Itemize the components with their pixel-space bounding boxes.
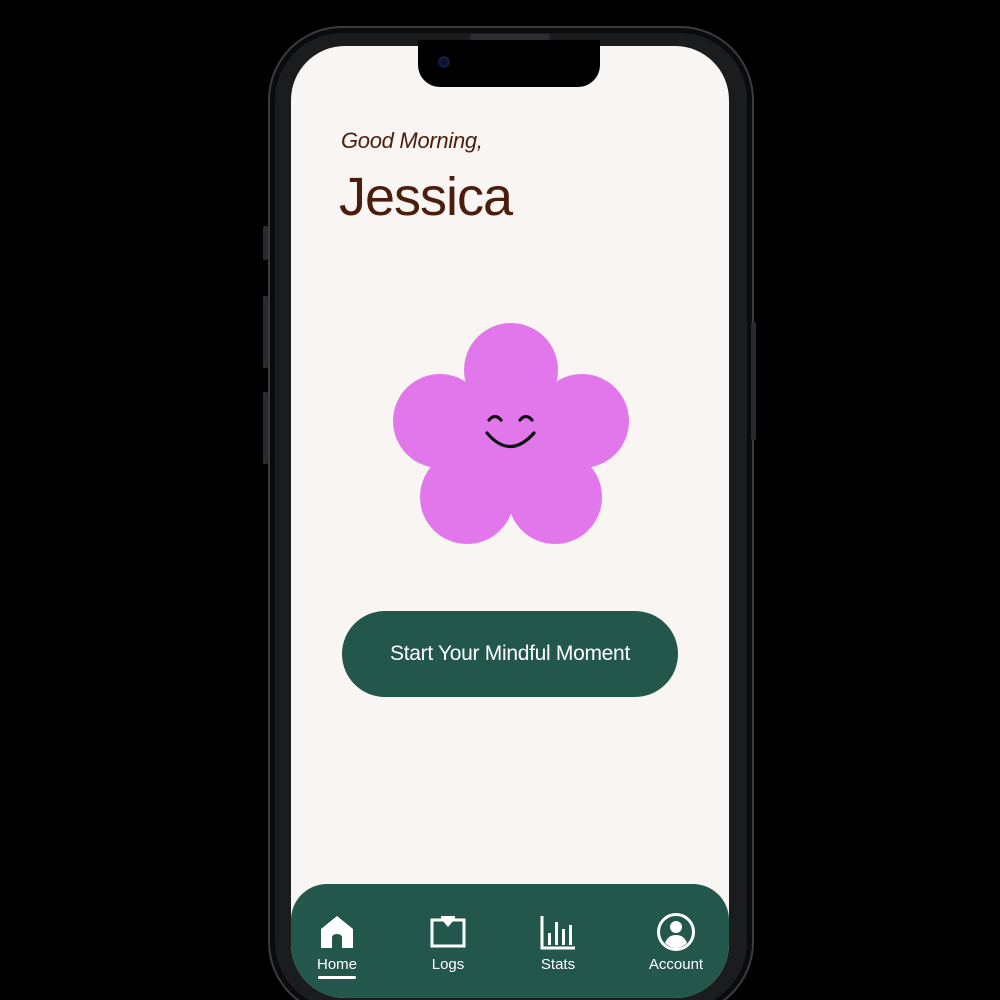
flower-petals	[393, 323, 629, 544]
phone-silent-switch	[263, 226, 268, 260]
phone-volume-down-button	[263, 392, 268, 464]
nav-label-stats: Stats	[540, 956, 576, 973]
greeting-text: Good Morning,	[341, 128, 483, 153]
account-icon	[657, 913, 695, 951]
start-mindful-moment-button[interactable]: Start Your Mindful Moment	[342, 611, 678, 697]
nav-label-account: Account	[648, 956, 704, 973]
stats-icon	[540, 916, 575, 950]
home-icon	[321, 916, 353, 948]
stage: Good Morning, Jessica Start Your Mindful…	[0, 0, 1000, 1000]
active-tab-indicator	[318, 976, 356, 979]
nav-item-account[interactable]: Account	[631, 912, 721, 973]
phone-speaker	[470, 34, 550, 40]
nav-item-stats[interactable]: Stats	[513, 912, 603, 973]
nav-label-logs: Logs	[431, 956, 465, 973]
phone-volume-up-button	[263, 296, 268, 368]
nav-label-home: Home	[316, 956, 357, 973]
front-camera	[438, 56, 450, 68]
smiling-flower-icon	[393, 323, 629, 544]
nav-item-logs[interactable]: Logs	[403, 912, 493, 973]
bottom-nav-bar: Home Logs Stats Account	[291, 884, 729, 998]
nav-item-home[interactable]: Home	[292, 912, 382, 979]
phone-power-button	[751, 322, 756, 440]
app-screen: Good Morning, Jessica Start Your Mindful…	[291, 46, 729, 998]
logs-icon	[430, 916, 466, 948]
user-name: Jessica	[339, 167, 513, 227]
